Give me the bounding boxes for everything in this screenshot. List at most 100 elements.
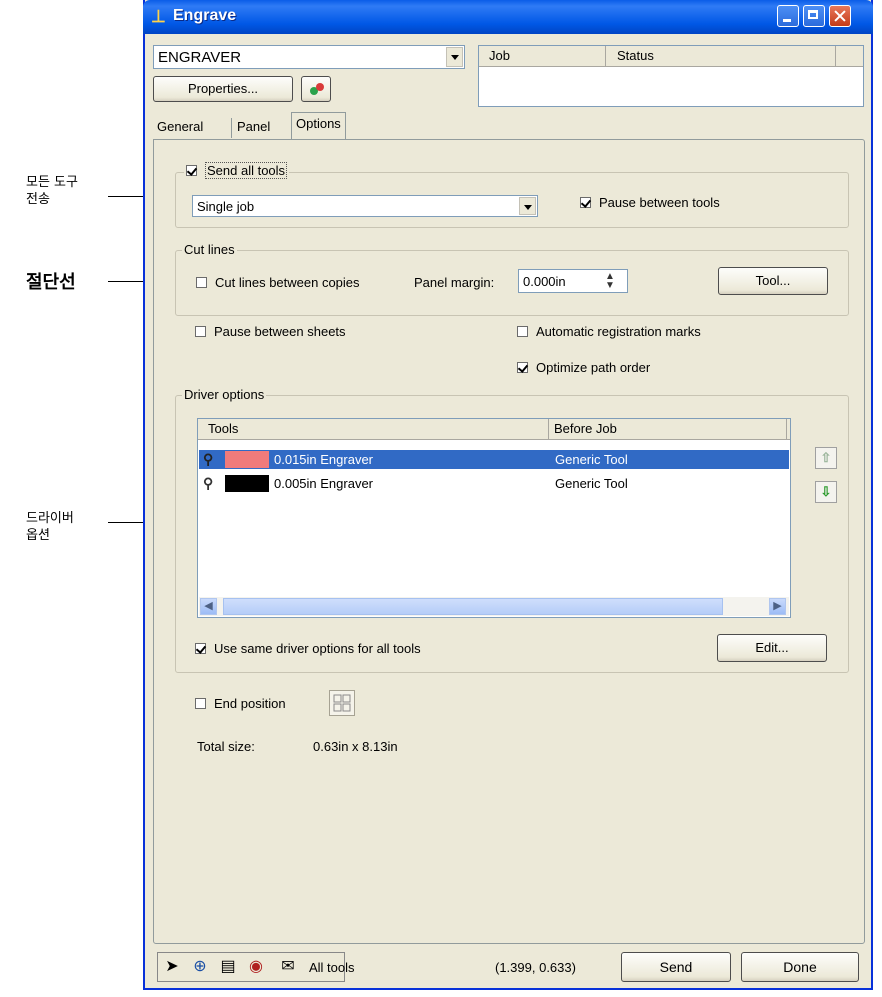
checkbox-checked-icon[interactable] <box>517 362 528 373</box>
checkbox-unchecked-icon[interactable] <box>517 326 528 337</box>
cut-lines-between-copies-checkbox[interactable]: Cut lines between copies <box>196 275 360 290</box>
title-bar[interactable]: ⊥ Engrave <box>143 0 873 34</box>
device-select[interactable]: ENGRAVER <box>153 45 465 69</box>
cut-lines-title: Cut lines <box>182 242 237 257</box>
list-item[interactable]: ⚲ 0.015in Engraver Generic Tool <box>199 450 789 469</box>
envelope-icon[interactable]: ✉ <box>273 956 303 978</box>
tool-color-swatch <box>225 475 269 492</box>
horizontal-scrollbar[interactable]: ◀ ▶ <box>199 597 789 616</box>
send-mode-select[interactable]: Single job <box>192 195 538 217</box>
checkbox-unchecked-icon[interactable] <box>195 698 206 709</box>
optimize-path-order-checkbox[interactable]: Optimize path order <box>517 360 650 375</box>
job-table[interactable]: Job Status <box>478 45 864 107</box>
engraver-tool-icon: ⚲ <box>203 475 214 491</box>
optimize-path-order-label: Optimize path order <box>536 360 651 375</box>
window-title: Engrave <box>173 7 237 24</box>
tools-list[interactable]: Tools Before Job ⚲ 0.015in Engraver Gene… <box>197 418 791 618</box>
pause-between-tools-checkbox[interactable]: Pause between tools <box>580 195 720 210</box>
list-item[interactable]: ⚲ 0.005in Engraver Generic Tool <box>199 474 789 493</box>
annotation-send-all-tools: 모든 도구 전송 <box>26 175 78 207</box>
page-icon[interactable]: ▤ <box>217 956 239 978</box>
cut-tool-button[interactable]: Tool... <box>718 267 828 295</box>
tools-column-header[interactable]: Tools <box>208 421 238 436</box>
scroll-left-icon[interactable]: ◀ <box>200 598 217 615</box>
coordinates-readout: (1.399, 0.633) <box>495 960 576 975</box>
total-size-label: Total size: <box>197 739 255 754</box>
send-all-tools-label: Send all tools <box>205 162 288 179</box>
spinner-icon[interactable]: ▲ ▼ <box>605 272 615 291</box>
same-driver-options-label: Use same driver options for all tools <box>214 641 421 656</box>
color-dots-button[interactable] <box>301 76 331 102</box>
tab-divider <box>231 118 232 138</box>
move-up-button[interactable]: ⇧ <box>815 447 837 469</box>
automatic-registration-checkbox[interactable]: Automatic registration marks <box>517 324 701 339</box>
engrave-app-icon: ⊥ <box>151 7 166 26</box>
checkbox-checked-icon[interactable] <box>186 165 197 176</box>
device-select-value: ENGRAVER <box>158 49 242 66</box>
panel-margin-input[interactable]: 0.000in ▲ ▼ <box>518 269 628 293</box>
scroll-right-icon[interactable]: ▶ <box>769 598 786 615</box>
end-position-grid-icon[interactable] <box>329 690 355 716</box>
same-driver-options-checkbox[interactable]: Use same driver options for all tools <box>195 641 421 656</box>
tab-panel[interactable]: Panel <box>233 116 274 140</box>
send-all-tools-group: Send all tools Single job Pause between … <box>175 162 849 228</box>
column-divider <box>605 46 606 66</box>
done-button[interactable]: Done <box>741 952 859 982</box>
edit-button[interactable]: Edit... <box>717 634 827 662</box>
job-column-header[interactable]: Job <box>489 48 510 63</box>
pointer-icon[interactable]: ➤ <box>161 956 183 978</box>
annotation-driver-options: 드라이버 옵션 <box>26 511 74 543</box>
driver-options-title: Driver options <box>182 387 267 402</box>
column-divider <box>835 46 836 66</box>
all-tools-label: All tools <box>309 960 355 975</box>
pause-between-sheets-label: Pause between sheets <box>214 324 346 339</box>
before-job-value: Generic Tool <box>555 452 628 467</box>
annotation-cut-lines: 절단선 <box>26 272 76 293</box>
engraver-tool-icon: ⚲ <box>203 451 214 467</box>
chevron-down-icon[interactable] <box>446 47 463 67</box>
status-bar: ➤ ⊕ ▤ ◉ ✉ All tools (1.399, 0.633) Send … <box>157 950 863 984</box>
scroll-thumb[interactable] <box>223 598 723 615</box>
checkbox-checked-icon[interactable] <box>195 643 206 654</box>
job-table-header: Job Status <box>479 46 863 67</box>
checkbox-checked-icon[interactable] <box>580 197 591 208</box>
before-job-column-header[interactable]: Before Job <box>554 421 617 436</box>
checkbox-unchecked-icon[interactable] <box>195 326 206 337</box>
tab-options[interactable]: Options <box>291 112 346 140</box>
zoom-in-icon[interactable]: ⊕ <box>189 956 211 978</box>
pause-between-sheets-checkbox[interactable]: Pause between sheets <box>195 324 346 339</box>
cut-lines-between-copies-label: Cut lines between copies <box>215 275 360 290</box>
panel-margin-value: 0.000in <box>523 274 566 289</box>
before-job-value: Generic Tool <box>555 476 628 491</box>
tab-general[interactable]: General <box>153 116 207 140</box>
column-divider <box>786 419 787 439</box>
properties-button[interactable]: Properties... <box>153 76 293 102</box>
status-column-header[interactable]: Status <box>617 48 654 63</box>
automatic-registration-label: Automatic registration marks <box>536 324 701 339</box>
arrow-down-icon: ⇩ <box>820 484 832 499</box>
pause-between-tools-label: Pause between tools <box>599 195 720 210</box>
tool-name: 0.015in Engraver <box>274 452 374 467</box>
arrow-up-icon: ⇧ <box>820 450 832 465</box>
cut-lines-group: Cut lines Cut lines between copies Panel… <box>175 242 849 316</box>
send-button[interactable]: Send <box>621 952 731 982</box>
checkbox-unchecked-icon[interactable] <box>196 277 207 288</box>
color-dots-icon <box>310 82 324 96</box>
tool-name: 0.005in Engraver <box>274 476 374 491</box>
tool-color-swatch <box>225 451 269 468</box>
minimize-button[interactable] <box>777 5 799 27</box>
move-down-button[interactable]: ⇩ <box>815 481 837 503</box>
send-all-tools-checkbox[interactable]: Send all tools <box>184 162 290 179</box>
end-position-checkbox[interactable]: End position <box>195 696 286 711</box>
engrave-window: ⊥ Engrave ENGRAVER Properties... Job Sta… <box>143 0 873 990</box>
chevron-down-icon[interactable] <box>519 197 536 215</box>
total-size-value: 0.63in x 8.13in <box>313 739 398 754</box>
maximize-button[interactable] <box>803 5 825 27</box>
end-position-label: End position <box>214 696 286 711</box>
tools-list-header: Tools Before Job <box>198 419 790 440</box>
panel-margin-label: Panel margin: <box>414 275 495 290</box>
column-divider <box>548 419 549 439</box>
send-mode-value: Single job <box>197 199 255 214</box>
close-button[interactable] <box>829 5 851 27</box>
zoom-tool-icon[interactable]: ◉ <box>245 956 267 978</box>
